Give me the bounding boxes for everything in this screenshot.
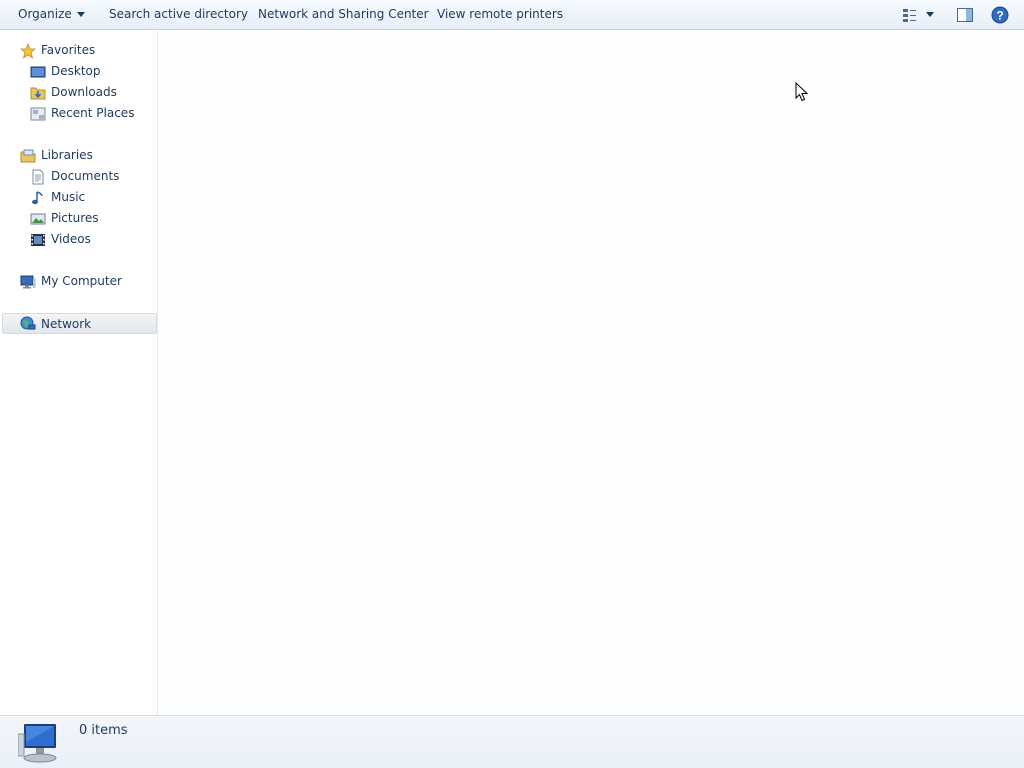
preview-pane-icon[interactable] (956, 6, 974, 24)
nav-my-computer-label: My Computer (41, 274, 122, 288)
nav-music[interactable]: Music (0, 187, 157, 208)
svg-text:?: ? (996, 9, 1003, 23)
nav-desktop[interactable]: Desktop (0, 61, 157, 82)
libraries-icon (20, 149, 36, 163)
nav-libraries[interactable]: Libraries (0, 145, 157, 166)
music-icon (32, 191, 43, 205)
nav-documents-label: Documents (51, 169, 120, 183)
nav-recent-places[interactable]: Recent Places (0, 103, 157, 124)
nav-favorites-label: Favorites (41, 43, 96, 57)
search-active-directory-button[interactable]: Search active directory (109, 0, 248, 30)
nav-libraries-label: Libraries (41, 148, 93, 162)
nav-videos-label: Videos (51, 232, 91, 246)
nav-desktop-label: Desktop (51, 64, 101, 78)
nav-network[interactable]: Network (2, 313, 157, 334)
videos-icon (31, 234, 45, 246)
nav-favorites[interactable]: Favorites (0, 40, 157, 61)
nav-pictures-label: Pictures (51, 211, 99, 225)
command-bar: Organize Search active directory Network… (0, 0, 1024, 30)
nav-documents[interactable]: Documents (0, 166, 157, 187)
nav-music-label: Music (51, 190, 86, 204)
nav-videos[interactable]: Videos (0, 229, 157, 250)
nav-recent-places-label: Recent Places (51, 106, 135, 120)
recent-places-icon (30, 107, 46, 121)
navigation-pane: Favorites Desktop Downloads Recent Place… (0, 31, 158, 715)
downloads-folder-icon (30, 87, 46, 100)
nav-downloads-label: Downloads (51, 85, 117, 99)
documents-icon (32, 169, 44, 185)
view-remote-printers-button[interactable]: View remote printers (437, 0, 563, 30)
more-options-arrow-icon[interactable] (925, 11, 935, 19)
organize-label: Organize (18, 7, 72, 21)
desktop-icon (30, 66, 46, 78)
nav-pictures[interactable]: Pictures (0, 208, 157, 229)
nav-network-label: Network (41, 317, 92, 331)
mouse-cursor-icon (795, 82, 809, 102)
pictures-icon (30, 213, 46, 225)
view-remote-printers-label: View remote printers (437, 7, 564, 21)
network-computer-icon (18, 724, 57, 763)
chevron-down-icon (76, 12, 85, 17)
network-icon (20, 316, 36, 330)
details-pane: 0 items (0, 715, 1024, 768)
file-list-area[interactable] (159, 31, 1024, 715)
star-icon (20, 43, 36, 59)
network-sharing-center-label: Network and Sharing Center (258, 7, 429, 21)
nav-my-computer[interactable]: My Computer (0, 271, 157, 292)
computer-icon (20, 275, 36, 289)
search-active-directory-label: Search active directory (109, 7, 249, 21)
organize-button[interactable]: Organize (18, 0, 85, 30)
network-sharing-center-button[interactable]: Network and Sharing Center (258, 0, 429, 30)
nav-downloads[interactable]: Downloads (0, 82, 157, 103)
item-count-label: 0 items (79, 723, 128, 738)
help-icon[interactable]: ? (991, 6, 1009, 24)
change-view-icon[interactable] (901, 6, 919, 24)
